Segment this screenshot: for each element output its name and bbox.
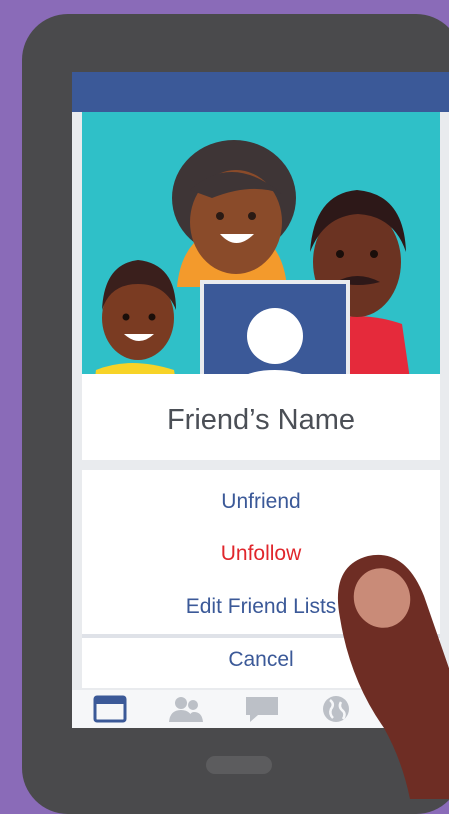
finger-illustration: [337, 554, 449, 799]
